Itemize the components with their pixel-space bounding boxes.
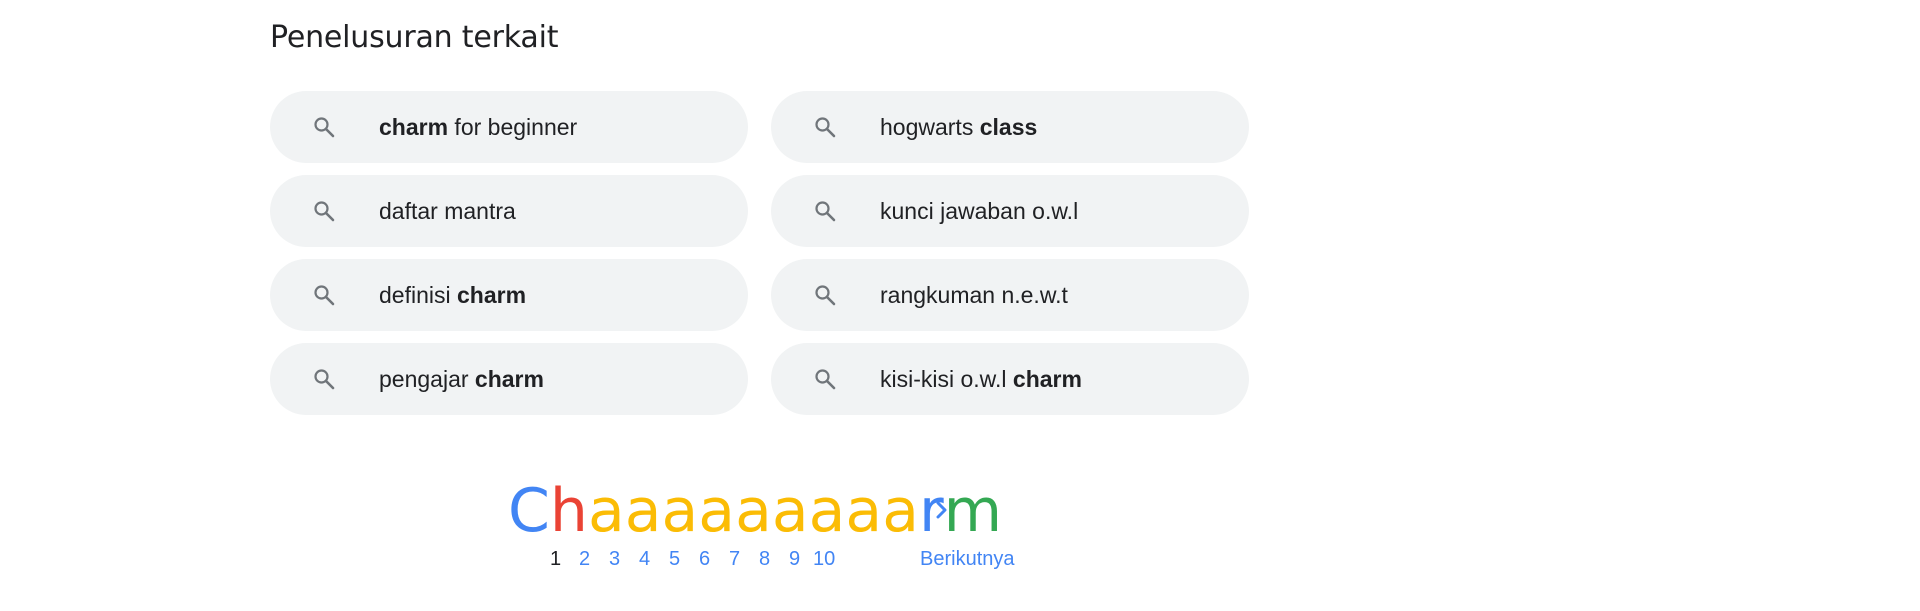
- related-search-chip[interactable]: kisi-kisi o.w.l charm: [771, 343, 1249, 415]
- search-icon: [815, 201, 836, 222]
- search-icon: [314, 369, 335, 390]
- related-search-label: daftar mantra: [379, 197, 516, 224]
- chevron-right-icon[interactable]: [930, 497, 954, 523]
- logo-letter: a: [882, 476, 919, 546]
- logo-letter: a: [698, 476, 736, 546]
- page-link[interactable]: 5: [669, 548, 680, 571]
- page-link[interactable]: 2: [579, 548, 590, 571]
- pagination-logo: Chaaaaaaaaarm: [508, 478, 1002, 544]
- related-search-label: kisi-kisi o.w.l charm: [880, 365, 1082, 392]
- related-search-chip[interactable]: kunci jawaban o.w.l: [771, 175, 1249, 247]
- logo-letter: a: [735, 476, 772, 546]
- related-search-chip[interactable]: rangkuman n.e.w.t: [771, 259, 1249, 331]
- page-link[interactable]: 7: [729, 548, 740, 571]
- related-search-label: rangkuman n.e.w.t: [880, 281, 1068, 308]
- next-page-link[interactable]: Berikutnya: [920, 548, 1015, 571]
- logo-letter: C: [508, 476, 550, 546]
- logo-letter: a: [661, 476, 699, 546]
- search-icon: [815, 369, 836, 390]
- search-icon: [815, 285, 836, 306]
- related-search-label: definisi charm: [379, 281, 527, 308]
- related-search-chip[interactable]: daftar mantra: [270, 175, 748, 247]
- logo-letter: a: [771, 476, 809, 546]
- related-search-label: pengajar charm: [379, 365, 544, 392]
- related-search-chip[interactable]: charm for beginner: [270, 91, 748, 163]
- page-link[interactable]: 4: [639, 548, 650, 571]
- related-search-chip[interactable]: hogwarts class: [771, 91, 1249, 163]
- logo-letter: a: [624, 476, 662, 546]
- related-search-label: kunci jawaban o.w.l: [880, 197, 1079, 224]
- related-search-chip[interactable]: pengajar charm: [270, 343, 748, 415]
- page-link[interactable]: 9: [789, 548, 800, 571]
- current-page-number: 1: [550, 548, 562, 570]
- search-icon: [815, 117, 836, 138]
- page-link[interactable]: 6: [699, 548, 710, 571]
- logo-letter: h: [549, 476, 588, 546]
- logo-letter: a: [845, 476, 883, 546]
- related-search-label: hogwarts class: [880, 113, 1038, 140]
- related-search-label: charm for beginner: [379, 113, 578, 140]
- logo-letter: a: [587, 476, 625, 546]
- page-link[interactable]: 3: [609, 548, 620, 571]
- related-searches-title: Penelusuran terkait: [270, 20, 559, 55]
- search-icon: [314, 201, 335, 222]
- related-search-chip[interactable]: definisi charm: [270, 259, 748, 331]
- logo-letter: a: [808, 476, 846, 546]
- search-icon: [314, 117, 335, 138]
- search-icon: [314, 285, 335, 306]
- page-link[interactable]: 10: [813, 548, 835, 571]
- page-link[interactable]: 8: [759, 548, 770, 571]
